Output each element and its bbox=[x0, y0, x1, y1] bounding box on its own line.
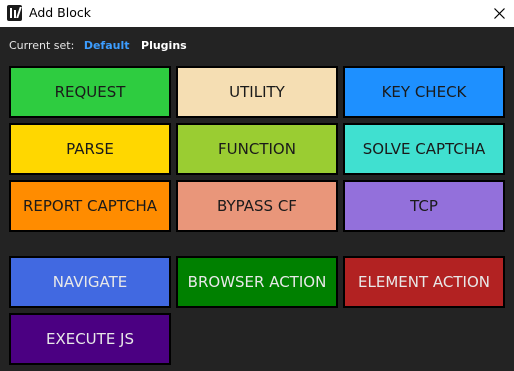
block-execute-js[interactable]: EXECUTE JS bbox=[9, 313, 171, 365]
block-bypass-cf[interactable]: BYPASS CF bbox=[176, 180, 338, 232]
block-navigate[interactable]: NAVIGATE bbox=[9, 256, 171, 308]
app-logo-icon bbox=[7, 5, 22, 21]
window-title: Add Block bbox=[29, 5, 91, 20]
block-element-action[interactable]: ELEMENT ACTION bbox=[343, 256, 505, 308]
set-tab-default[interactable]: Default bbox=[84, 39, 130, 52]
block-function[interactable]: FUNCTION bbox=[176, 123, 338, 175]
set-selector: Current set: Default Plugins bbox=[9, 38, 187, 54]
block-browser-action[interactable]: BROWSER ACTION bbox=[176, 256, 338, 308]
current-set-label: Current set: bbox=[9, 39, 75, 52]
close-button[interactable] bbox=[484, 0, 514, 27]
title-bar: Add Block bbox=[0, 0, 514, 27]
set-tab-plugins[interactable]: Plugins bbox=[141, 39, 187, 52]
block-solve-captcha[interactable]: SOLVE CAPTCHA bbox=[343, 123, 505, 175]
close-icon bbox=[493, 8, 505, 19]
block-tcp[interactable]: TCP bbox=[343, 180, 505, 232]
block-parse[interactable]: PARSE bbox=[9, 123, 171, 175]
block-utility[interactable]: UTILITY bbox=[176, 66, 338, 118]
block-report-captcha[interactable]: REPORT CAPTCHA bbox=[9, 180, 171, 232]
block-key-check[interactable]: KEY CHECK bbox=[343, 66, 505, 118]
block-request[interactable]: REQUEST bbox=[9, 66, 171, 118]
